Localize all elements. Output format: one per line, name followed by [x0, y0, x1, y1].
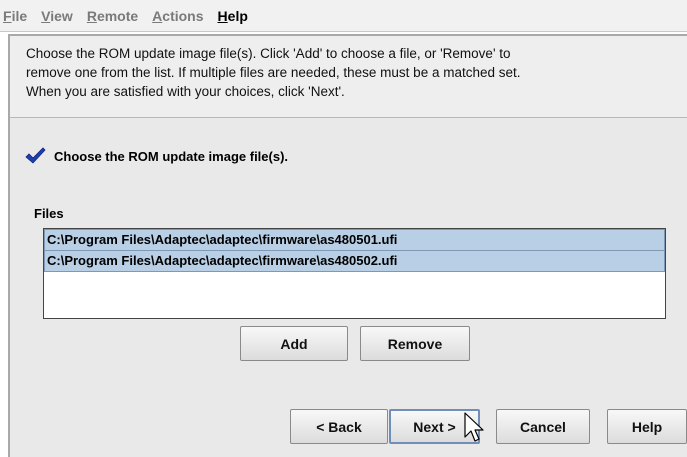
menu-help-mnemonic: H — [217, 7, 228, 24]
menu-remote[interactable]: Remote — [87, 8, 138, 24]
menu-actions-mnemonic: A — [152, 7, 163, 24]
menu-view-label: iew — [50, 7, 73, 24]
instruction-line: remove one from the list. If multiple fi… — [26, 65, 521, 80]
wizard-content: Choose the ROM update image file(s). Fil… — [10, 118, 687, 457]
menu-actions-label: ctions — [162, 7, 204, 24]
instruction-line: When you are satisfied with your choices… — [26, 84, 345, 99]
wizard-panel: Choose the ROM update image file(s). Cli… — [8, 34, 687, 457]
remove-button[interactable]: Remove — [360, 326, 470, 361]
step-title: Choose the ROM update image file(s). — [54, 148, 289, 164]
menu-remote-label: emote — [96, 7, 139, 24]
menu-help[interactable]: Help — [218, 8, 248, 24]
files-label: Files — [34, 206, 64, 221]
back-button[interactable]: < Back — [290, 409, 388, 444]
menu-remote-mnemonic: R — [86, 7, 97, 24]
step-header: Choose the ROM update image file(s). — [24, 146, 288, 166]
menu-actions[interactable]: Actions — [152, 8, 203, 24]
file-list-item[interactable]: C:\Program Files\Adaptec\adaptec\firmwar… — [44, 229, 665, 251]
menu-view-mnemonic: V — [41, 7, 51, 24]
menu-file-mnemonic: F — [3, 7, 12, 24]
menu-file-label: ile — [11, 7, 28, 24]
menu-file[interactable]: File — [3, 8, 27, 24]
menu-help-label: elp — [227, 7, 248, 24]
checkmark-icon — [25, 147, 46, 164]
add-button[interactable]: Add — [240, 326, 348, 361]
help-button[interactable]: Help — [607, 409, 687, 444]
menu-view[interactable]: View — [41, 8, 73, 24]
instruction-line: Choose the ROM update image file(s). Cli… — [26, 46, 511, 61]
file-list[interactable]: C:\Program Files\Adaptec\adaptec\firmwar… — [43, 228, 666, 319]
cancel-button[interactable]: Cancel — [496, 409, 590, 444]
file-list-item[interactable]: C:\Program Files\Adaptec\adaptec\firmwar… — [44, 251, 665, 272]
menu-bar: File View Remote Actions Help — [0, 0, 687, 32]
mouse-cursor-icon — [464, 412, 484, 442]
instructions-area: Choose the ROM update image file(s). Cli… — [10, 36, 687, 118]
